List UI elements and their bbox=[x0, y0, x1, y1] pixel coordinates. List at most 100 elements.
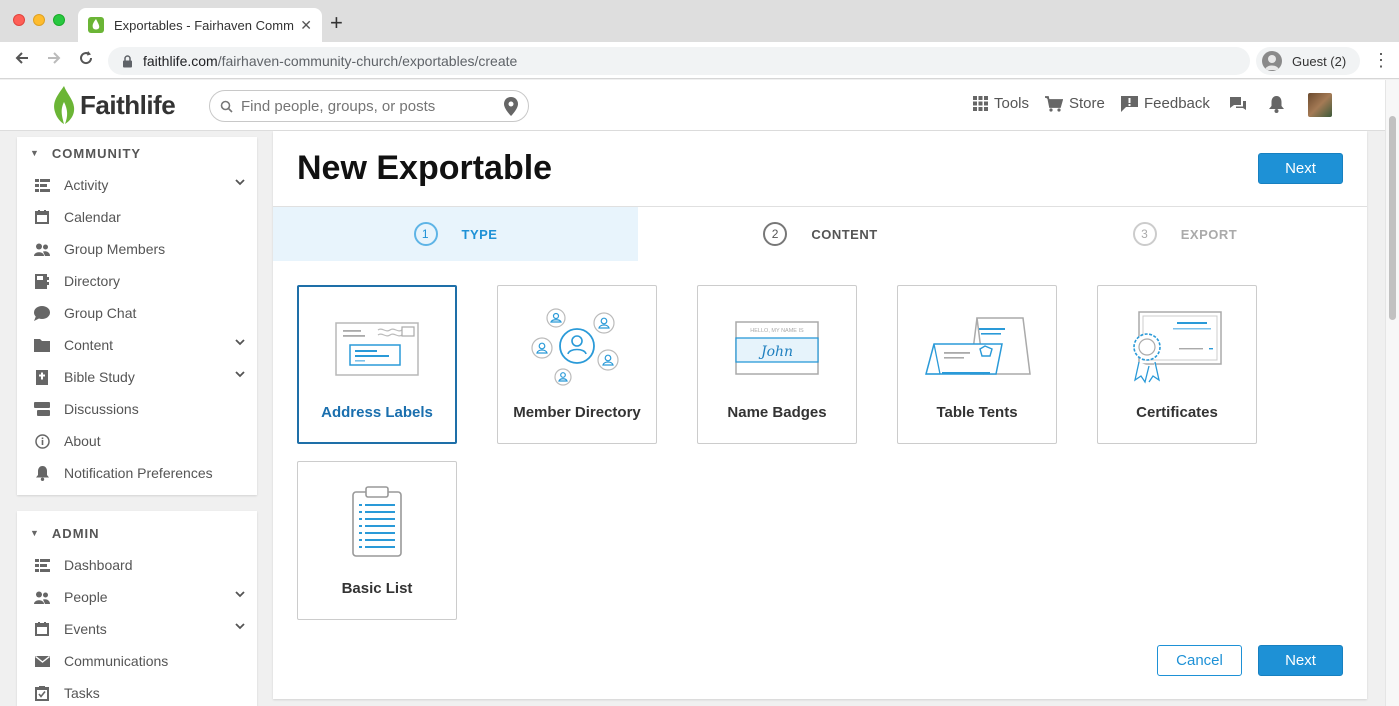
chevron-down-icon[interactable] bbox=[235, 371, 245, 378]
sidebar-community-section: ▼ COMMUNITY Activity Calendar Group Memb… bbox=[17, 137, 257, 495]
sidebar-item-directory[interactable]: Directory bbox=[17, 265, 257, 297]
profile-label: Guest (2) bbox=[1292, 53, 1347, 69]
sidebar-item-label: Content bbox=[64, 337, 114, 353]
calendar-icon bbox=[34, 209, 50, 225]
type-card-label: Name Badges bbox=[727, 404, 827, 421]
sidebar-heading-community[interactable]: ▼ COMMUNITY bbox=[17, 137, 257, 169]
search-icon bbox=[220, 100, 233, 113]
sidebar-item-content[interactable]: Content bbox=[17, 329, 257, 361]
tools-menu[interactable]: Tools bbox=[973, 95, 1029, 112]
forward-arrow-icon[interactable] bbox=[46, 50, 62, 70]
feedback-label: Feedback bbox=[1144, 95, 1210, 112]
type-card-label: Member Directory bbox=[513, 404, 641, 421]
sidebar-item-people[interactable]: People bbox=[17, 581, 257, 613]
sidebar-item-group-chat[interactable]: Group Chat bbox=[17, 297, 257, 329]
type-card-label: Basic List bbox=[341, 580, 413, 597]
step-export: 3 EXPORT bbox=[1003, 207, 1367, 261]
type-card-name-badges[interactable]: HELLO, MY NAME IS John Name Badges bbox=[697, 285, 857, 444]
page-title: New Exportable bbox=[297, 149, 553, 187]
sidebar-item-tasks[interactable]: Tasks bbox=[17, 677, 257, 706]
grid-icon bbox=[973, 96, 988, 111]
store-label: Store bbox=[1069, 95, 1105, 112]
feedback-menu[interactable]: Feedback bbox=[1121, 95, 1210, 112]
main-content-card: New Exportable Next 1 TYPE 2 CONTENT 3 E… bbox=[273, 131, 1367, 699]
sidebar-item-label: Notification Preferences bbox=[64, 465, 213, 481]
bell-icon bbox=[34, 465, 50, 481]
sidebar-item-dashboard[interactable]: Dashboard bbox=[17, 549, 257, 581]
store-menu[interactable]: Store bbox=[1045, 95, 1105, 112]
next-button-top[interactable]: Next bbox=[1258, 153, 1343, 184]
step-number: 3 bbox=[1132, 222, 1157, 246]
sidebar-item-label: Events bbox=[64, 621, 107, 637]
guest-avatar-icon bbox=[1262, 51, 1282, 71]
window-close-button[interactable] bbox=[13, 14, 25, 26]
faithlife-logo[interactable]: Faithlife bbox=[52, 86, 176, 124]
type-card-address-labels[interactable]: Address Labels bbox=[297, 285, 457, 444]
sidebar-item-events[interactable]: Events bbox=[17, 613, 257, 645]
messages-icon[interactable] bbox=[1228, 96, 1247, 113]
sidebar-item-about[interactable]: About bbox=[17, 425, 257, 457]
sidebar-item-label: Group Members bbox=[64, 241, 166, 257]
people-icon bbox=[34, 589, 50, 605]
wizard-steps: 1 TYPE 2 CONTENT 3 EXPORT bbox=[273, 206, 1367, 261]
sidebar-item-bible-study[interactable]: Bible Study bbox=[17, 361, 257, 393]
table-tent-icon bbox=[898, 286, 1056, 406]
reload-icon[interactable] bbox=[78, 50, 94, 70]
profile-button[interactable]: Guest (2) bbox=[1256, 47, 1360, 75]
cancel-button[interactable]: Cancel bbox=[1157, 645, 1242, 676]
badge-hello-text: HELLO, MY NAME IS bbox=[750, 328, 804, 334]
member-directory-icon bbox=[498, 286, 656, 406]
site-header: Faithlife Tools Store Feedback bbox=[0, 80, 1385, 131]
type-card-basic-list[interactable]: Basic List bbox=[297, 461, 457, 620]
chevron-down-icon[interactable] bbox=[235, 179, 245, 186]
address-bar: faithlife.com/fairhaven-community-church… bbox=[0, 42, 1399, 79]
sidebar-item-activity[interactable]: Activity bbox=[17, 169, 257, 201]
browser-tab-bar: Exportables - Fairhaven Comm ✕ + bbox=[0, 0, 1399, 42]
chevron-down-icon[interactable] bbox=[235, 623, 245, 630]
url-path: /fairhaven-community-church/exportables/… bbox=[217, 53, 518, 69]
step-label: TYPE bbox=[461, 226, 498, 242]
url-field[interactable]: faithlife.com/fairhaven-community-church… bbox=[108, 47, 1250, 75]
notifications-bell-icon[interactable] bbox=[1269, 96, 1284, 113]
user-avatar[interactable] bbox=[1308, 93, 1332, 117]
name-badge-icon: HELLO, MY NAME IS John bbox=[698, 286, 856, 406]
sidebar-admin-section: ▼ ADMIN Dashboard People Events Communic… bbox=[17, 511, 257, 706]
url-host: faithlife.com bbox=[143, 53, 218, 69]
back-arrow-icon[interactable] bbox=[14, 50, 30, 70]
chevron-down-icon[interactable] bbox=[235, 339, 245, 346]
location-pin-icon[interactable] bbox=[504, 97, 518, 116]
window-maximize-button[interactable] bbox=[53, 14, 65, 26]
step-label: CONTENT bbox=[811, 226, 878, 242]
caret-down-icon: ▼ bbox=[30, 148, 40, 158]
sidebar-item-calendar[interactable]: Calendar bbox=[17, 201, 257, 233]
step-type[interactable]: 1 TYPE bbox=[273, 207, 638, 261]
chevron-down-icon[interactable] bbox=[235, 591, 245, 598]
type-card-table-tents[interactable]: Table Tents bbox=[897, 285, 1057, 444]
search-input[interactable] bbox=[241, 97, 491, 115]
sidebar-item-discussions[interactable]: Discussions bbox=[17, 393, 257, 425]
step-content[interactable]: 2 CONTENT bbox=[638, 207, 1003, 261]
next-button-bottom[interactable]: Next bbox=[1258, 645, 1343, 676]
tab-close-icon[interactable]: ✕ bbox=[300, 17, 312, 34]
browser-menu-icon[interactable]: ⋮ bbox=[1372, 50, 1390, 71]
sidebar-item-group-members[interactable]: Group Members bbox=[17, 233, 257, 265]
tools-label: Tools bbox=[994, 95, 1030, 112]
search-box[interactable] bbox=[209, 90, 529, 122]
type-card-certificates[interactable]: Certificates bbox=[1097, 285, 1257, 444]
browser-tab[interactable]: Exportables - Fairhaven Comm ✕ bbox=[78, 8, 322, 42]
sidebar-item-label: Directory bbox=[64, 273, 121, 289]
sidebar-heading-admin[interactable]: ▼ ADMIN bbox=[17, 517, 257, 549]
page-scrollbar[interactable] bbox=[1385, 80, 1399, 706]
sidebar-item-label: Activity bbox=[64, 177, 109, 193]
sidebar-item-label: Bible Study bbox=[64, 369, 135, 385]
sidebar-item-notification-preferences[interactable]: Notification Preferences bbox=[17, 457, 257, 489]
type-card-label: Table Tents bbox=[936, 404, 1018, 421]
sidebar-item-communications[interactable]: Communications bbox=[17, 645, 257, 677]
faithlife-favicon-icon bbox=[88, 17, 104, 33]
address-labels-icon bbox=[299, 287, 455, 407]
scrollbar-thumb[interactable] bbox=[1389, 116, 1396, 320]
new-tab-button[interactable]: + bbox=[330, 12, 343, 34]
type-card-member-directory[interactable]: Member Directory bbox=[497, 285, 657, 444]
window-minimize-button[interactable] bbox=[33, 14, 45, 26]
sidebar-item-label: Communications bbox=[64, 653, 169, 669]
